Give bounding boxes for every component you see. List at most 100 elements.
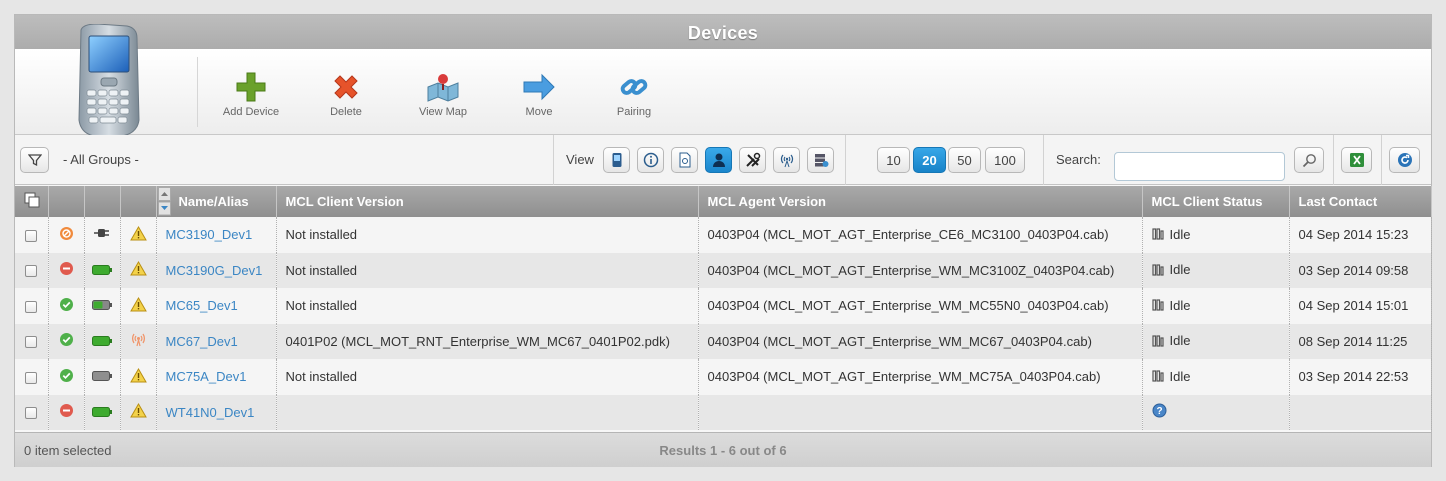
table-row[interactable]: MC75A_Dev1 Not installed 0403P04 (MCL_MOT_… [15,359,1432,395]
client-version-cell [276,394,699,430]
document-icon [679,152,690,168]
idle-status-icon [1151,370,1164,382]
table-row[interactable]: MC67_Dev1 0401P02 (MCL_MOT_RNT_Enterprise… [15,323,1432,359]
row-checkbox[interactable] [25,336,38,349]
view-device-button[interactable] [603,147,630,173]
row-checkbox[interactable] [25,371,38,384]
warning-icon [129,296,147,312]
table-row[interactable]: MC3190_Dev1 Not installed 0403P04 (MCL_MOT… [15,217,1432,253]
view-user-button[interactable] [705,147,732,173]
select-all-header[interactable] [15,186,49,217]
idle-status-icon [1151,263,1164,276]
user-icon [712,153,725,167]
signal-alert-icon [131,333,145,347]
battery-full-icon [92,406,112,417]
grid-footer: 0 item selected Results 1 - 6 out of 6 [15,432,1431,467]
alert-cell [120,323,157,359]
devices-panel: Devices Add Device Delete View Map Move … [14,14,1432,467]
window-title: Devices [15,15,1431,49]
client-version-cell: 0401P02 (MCL_MOT_RNT_Enterprise_WM_MC67_… [276,323,699,359]
state-column-header [48,186,85,217]
row-checkbox[interactable] [25,265,38,278]
last-contact-column-header[interactable]: Last Contact [1289,186,1432,217]
client-status: Idle [1151,227,1190,242]
agent-version-cell: 0403P04 (MCL_MOT_AGT_Enterprise_CE6_MC31… [698,217,1143,253]
add-device-button[interactable]: Add Device [206,67,296,118]
row-checkbox[interactable] [25,300,38,313]
help-icon: ? [1152,403,1166,418]
toolbar-separator [845,135,846,185]
toolbar-separator [1333,135,1334,185]
move-button[interactable]: Move [494,67,584,118]
client-status-label: Idle [1169,368,1191,384]
search-icon [1302,153,1316,167]
page-size-10-button[interactable]: 10 [877,147,910,173]
client-status-cell: Idle [1142,217,1290,253]
row-checkbox[interactable] [25,229,38,242]
warning-icon [129,225,147,241]
client-status: Idle [1151,333,1190,348]
filter-button[interactable] [20,147,49,173]
handheld-device-icon [78,24,140,137]
page-size-100-button[interactable]: 100 [985,147,1025,173]
power-cell [84,252,121,288]
signal-icon [780,154,793,168]
group-selector[interactable]: - All Groups - [63,152,139,167]
agent-version-column-header[interactable]: MCL Agent Version [698,186,1143,217]
table-row[interactable]: MC65_Dev1 Not installed 0403P04 (MCL_MOT_A… [15,288,1432,324]
move-arrow-icon [523,73,555,101]
view-label: View [566,152,594,167]
device-name-link[interactable]: MC3190G_Dev1 [166,263,263,278]
agent-version-cell [698,394,1143,430]
client-status-column-header[interactable]: MCL Client Status [1142,186,1290,217]
device-name-link[interactable]: MC67_Dev1 [166,334,238,349]
device-name-link[interactable]: WT41N0_Dev1 [166,405,255,420]
table-row[interactable]: WT41N0_Dev1? [15,394,1432,430]
export-excel-button[interactable] [1341,147,1372,173]
last-contact-cell: 04 Sep 2014 15:23 [1289,217,1432,253]
alert-cell [120,359,157,395]
search-input[interactable] [1114,152,1285,181]
info-icon [643,152,658,168]
client-status-cell: Idle [1142,288,1290,324]
idle-status-icon [1151,299,1164,311]
toolbar: - All Groups - View 10 20 50 100 Search: [15,135,1431,185]
view-document-button[interactable] [671,147,698,173]
page-size-50-button[interactable]: 50 [948,147,981,173]
refresh-button[interactable] [1389,147,1420,173]
view-info-button[interactable] [637,147,664,173]
device-name-link[interactable]: MC3190_Dev1 [166,227,253,242]
devices-table: Name/Alias MCL Client Version MCL Agent … [15,186,1432,430]
name-column-header[interactable]: Name/Alias [156,186,277,217]
name-cell: WT41N0_Dev1 [156,394,277,430]
view-tools-button[interactable] [739,147,766,173]
page-size-20-button[interactable]: 20 [913,147,946,173]
device-name-link[interactable]: MC75A_Dev1 [166,369,247,384]
alert-cell [120,217,157,253]
row-select-cell [15,394,49,430]
ok-state-icon [59,333,73,347]
sort-toggle-icon[interactable] [157,187,171,216]
view-server-button[interactable] [807,147,834,173]
delete-label: Delete [330,106,362,118]
table-row[interactable]: MC3190G_Dev1 Not installed 0403P04 (MCL_MO… [15,252,1432,288]
pairing-button[interactable]: Pairing [589,67,679,118]
alert-column-header [120,186,157,217]
view-map-button[interactable]: View Map [398,67,488,118]
state-cell [48,394,85,430]
search-button[interactable] [1294,147,1324,173]
state-cell [48,288,85,324]
name-cell: MC67_Dev1 [156,323,277,359]
device-icon [612,153,621,167]
agent-version-cell: 0403P04 (MCL_MOT_AGT_Enterprise_WM_MC67_… [698,323,1143,359]
client-version-column-header[interactable]: MCL Client Version [276,186,699,217]
device-name-link[interactable]: MC65_Dev1 [166,298,238,313]
view-map-label: View Map [418,106,468,118]
name-header-label: Name/Alias [178,194,249,209]
view-signal-button[interactable] [773,147,800,173]
row-checkbox[interactable] [25,407,38,420]
ok-state-icon [59,297,73,311]
client-status: Idle [1151,298,1190,313]
search-label: Search: [1056,152,1101,167]
delete-button[interactable]: Delete [301,67,391,118]
